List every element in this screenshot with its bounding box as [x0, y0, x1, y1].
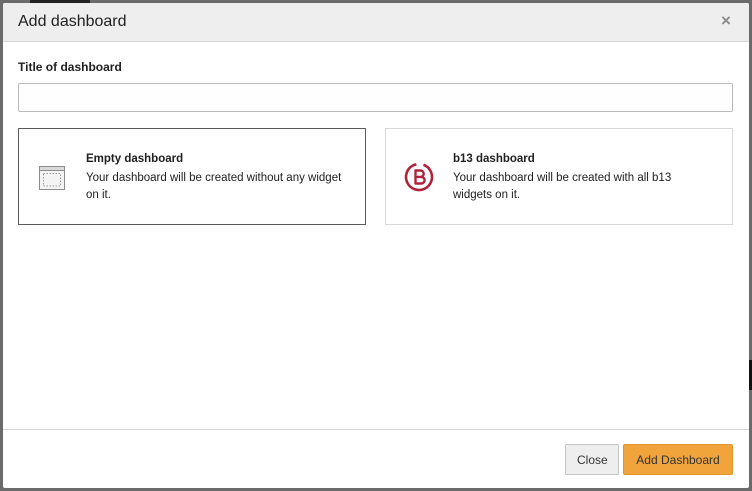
modal-header: Add dashboard ×: [3, 3, 749, 42]
b13-logo-icon: [404, 162, 434, 192]
modal-title: Add dashboard: [18, 13, 127, 30]
option-description: Your dashboard will be created without a…: [86, 172, 342, 201]
add-dashboard-button[interactable]: Add Dashboard: [623, 444, 733, 475]
close-button[interactable]: Close: [565, 444, 619, 475]
option-title: b13 dashboard: [453, 153, 535, 165]
option-description: Your dashboard will be created with all …: [453, 172, 672, 201]
b13-dashboard-option[interactable]: b13 dashboard Your dashboard will be cre…: [385, 128, 733, 225]
close-icon[interactable]: ×: [717, 12, 735, 30]
empty-dashboard-option[interactable]: Empty dashboard Your dashboard will be c…: [18, 128, 366, 225]
empty-dashboard-icon: [37, 162, 67, 192]
modal-body: Title of dashboard Empty dashboard Your …: [3, 42, 749, 429]
dashboard-title-input[interactable]: [18, 83, 733, 112]
title-field-label: Title of dashboard: [18, 60, 122, 74]
option-title: Empty dashboard: [86, 153, 184, 165]
modal-footer: Close Add Dashboard: [3, 429, 749, 488]
add-dashboard-modal: Add dashboard × Title of dashboard Empty…: [3, 3, 749, 488]
